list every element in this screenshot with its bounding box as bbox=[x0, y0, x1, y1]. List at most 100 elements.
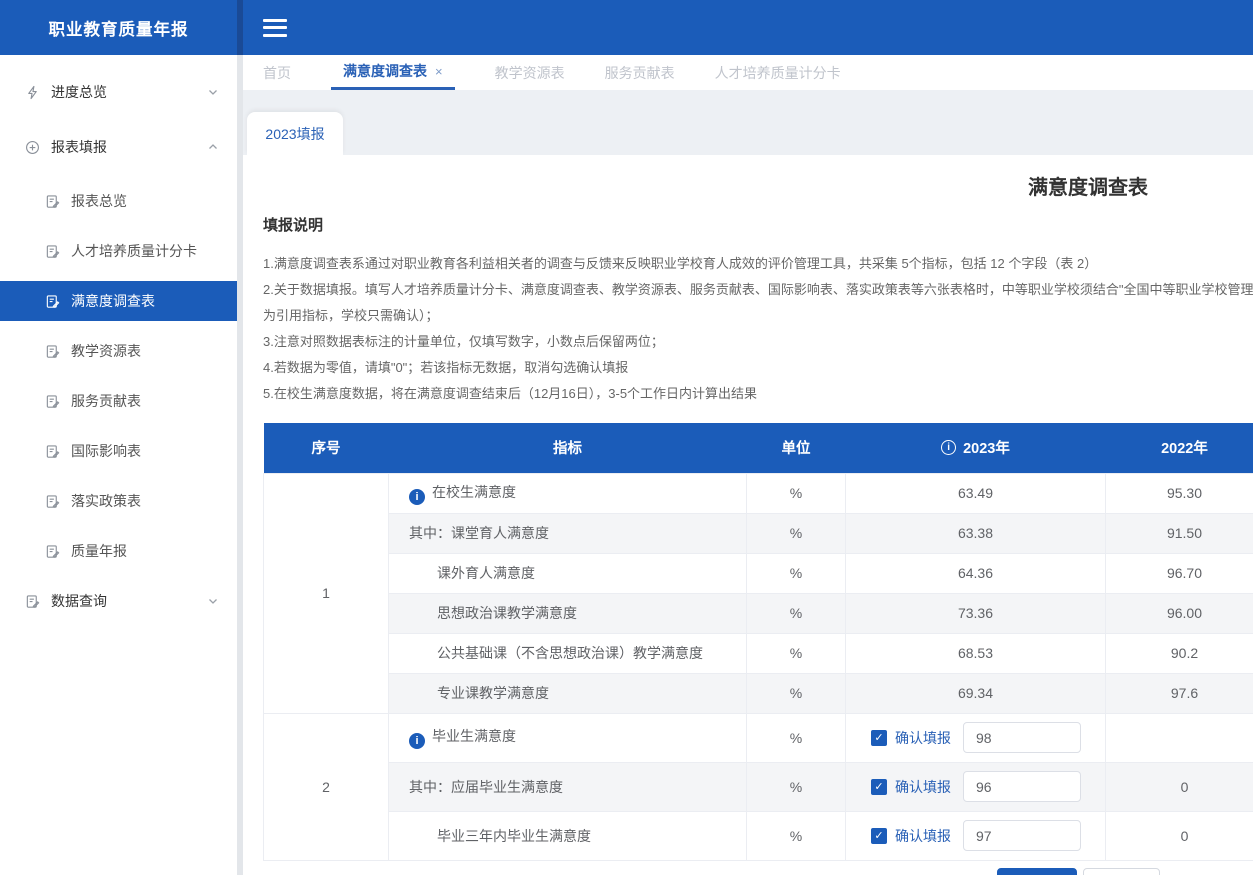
sidebar-item-label: 落实政策表 bbox=[71, 491, 141, 511]
unit-cell: % bbox=[747, 713, 846, 762]
sidebar-item-report-filling[interactable]: 报表填报 bbox=[0, 127, 237, 167]
table-row: 2i毕业生满意度%✓确认填报 bbox=[264, 713, 1253, 762]
tab-home[interactable]: 首页 bbox=[263, 55, 291, 90]
indicator-cell: i在校生满意度 bbox=[389, 473, 747, 513]
year-tab-band: 2023填报 bbox=[243, 90, 1253, 155]
table-wrap: 序号指标单位 i 2023年 2022年1i在校生满意度%63.4995.30其中：课… bbox=[263, 423, 1253, 861]
value-2022-cell: 0 bbox=[1106, 762, 1253, 811]
sidebar-item-label: 报表总览 bbox=[71, 191, 127, 211]
instruction-line: 为引用指标，学校只需确认）； bbox=[263, 303, 1253, 329]
form-icon bbox=[44, 444, 61, 459]
value-2023-cell: 63.38 bbox=[846, 513, 1106, 553]
indicator-cell: 课外育人满意度 bbox=[389, 553, 747, 593]
sidebar: 职业教育质量年报 进度总览报表填报报表总览人才培养质量计分卡满意度调查表教学资源… bbox=[0, 0, 237, 875]
value-2023-cell: ✓确认填报 bbox=[846, 811, 1106, 860]
sidebar-item-data-query[interactable]: 数据查询 bbox=[0, 581, 237, 621]
value-2023-cell: 73.36 bbox=[846, 593, 1106, 633]
form-icon bbox=[44, 344, 61, 359]
unit-cell: % bbox=[747, 762, 846, 811]
form-icon bbox=[44, 294, 61, 309]
value-input[interactable] bbox=[963, 722, 1081, 753]
confirm-label: 确认填报 bbox=[895, 777, 951, 797]
confirm-checkbox[interactable]: ✓ bbox=[871, 730, 887, 746]
info-icon: i bbox=[409, 733, 425, 749]
tab-bar: 首页 满意度调查表 × 教学资源表 服务贡献表 人才培养质量计分卡 bbox=[243, 55, 1253, 90]
col-header-unit: 单位 bbox=[747, 423, 846, 473]
col-header-2023-label: 2023年 bbox=[963, 437, 1010, 458]
unit-cell: % bbox=[747, 513, 846, 553]
sidebar-item-teaching-resources[interactable]: 教学资源表 bbox=[0, 331, 237, 371]
unit-cell: % bbox=[747, 673, 846, 713]
table-row: 思想政治课教学满意度%73.3696.00 bbox=[264, 593, 1253, 633]
app-title: 职业教育质量年报 bbox=[0, 0, 237, 55]
confirm-checkbox[interactable]: ✓ bbox=[871, 779, 887, 795]
menu-toggle-icon[interactable] bbox=[263, 19, 287, 37]
table-row: 专业课教学满意度%69.3497.6 bbox=[264, 673, 1253, 713]
sidebar-item-label: 进度总览 bbox=[51, 82, 207, 102]
instruction-line: 3.注意对照数据表标注的计量单位，仅填写数字，小数点后保留两位； bbox=[263, 329, 1253, 355]
tab-label: 首页 bbox=[263, 63, 291, 83]
table-row: 其中：应届毕业生满意度%✓确认填报0 bbox=[264, 762, 1253, 811]
chevron-down-icon bbox=[207, 86, 219, 98]
top-header bbox=[243, 0, 1253, 55]
unit-cell: % bbox=[747, 811, 846, 860]
value-input[interactable] bbox=[963, 820, 1081, 851]
value-2022-cell: 90.2 bbox=[1106, 633, 1253, 673]
value-2022-cell: 91.50 bbox=[1106, 513, 1253, 553]
sidebar-item-label: 人才培养质量计分卡 bbox=[71, 241, 197, 261]
col-header-2022: 2022年 bbox=[1106, 423, 1253, 473]
main-area: 首页满意度调查表×教学资源表服务贡献表人才培养质量计分卡 2023填报 满意度调… bbox=[243, 0, 1253, 875]
tab-satisfaction-survey[interactable]: 满意度调查表 × bbox=[331, 55, 455, 90]
year-tab[interactable]: 2023填报 bbox=[247, 112, 343, 155]
sidebar-item-policy-implementation[interactable]: 落实政策表 bbox=[0, 481, 237, 521]
instruction-line: 4.若数据为零值，请填"0"；若该指标无数据，取消勾选确认填报 bbox=[263, 355, 1253, 381]
secondary-button[interactable] bbox=[1083, 868, 1160, 875]
sidebar-item-label: 国际影响表 bbox=[71, 441, 141, 461]
sidebar-scrollbar[interactable] bbox=[237, 0, 243, 875]
sidebar-item-progress-overview[interactable]: 进度总览 bbox=[0, 72, 237, 112]
col-header-indicator: 指标 bbox=[389, 423, 747, 473]
sidebar-item-international-influence[interactable]: 国际影响表 bbox=[0, 431, 237, 471]
sidebar-item-report-overview[interactable]: 报表总览 bbox=[0, 181, 237, 221]
instructions-title: 填报说明 bbox=[263, 214, 1253, 235]
sidebar-item-quality-report[interactable]: 质量年报 bbox=[0, 531, 237, 571]
page-title: 满意度调查表 bbox=[243, 155, 1253, 200]
indicator-cell: 毕业三年内毕业生满意度 bbox=[389, 811, 747, 860]
instruction-line: 1.满意度调查表系通过对职业教育各利益相关者的调查与反馈来反映职业学校育人成效的… bbox=[263, 251, 1253, 277]
table-row: 其中：课堂育人满意度%63.3891.50 bbox=[264, 513, 1253, 553]
instructions: 1.满意度调查表系通过对职业教育各利益相关者的调查与反馈来反映职业学校育人成效的… bbox=[263, 251, 1253, 407]
confirm-checkbox[interactable]: ✓ bbox=[871, 828, 887, 844]
form-icon bbox=[44, 544, 61, 559]
value-2023-cell: 64.36 bbox=[846, 553, 1106, 593]
info-icon: i bbox=[409, 489, 425, 505]
sidebar-item-label: 报表填报 bbox=[51, 137, 207, 157]
value-2023-cell: 69.34 bbox=[846, 673, 1106, 713]
sidebar-item-talent-scorecard[interactable]: 人才培养质量计分卡 bbox=[0, 231, 237, 271]
sidebar-item-label: 数据查询 bbox=[51, 591, 207, 611]
value-2022-cell: 96.70 bbox=[1106, 553, 1253, 593]
tab-label: 人才培养质量计分卡 bbox=[715, 63, 841, 83]
value-2023-cell: ✓确认填报 bbox=[846, 713, 1106, 762]
value-2023-cell: 63.49 bbox=[846, 473, 1106, 513]
col-header-seq: 序号 bbox=[264, 423, 389, 473]
value-2022-cell bbox=[1106, 713, 1253, 762]
unit-cell: % bbox=[747, 633, 846, 673]
tab-label: 服务贡献表 bbox=[605, 63, 675, 83]
save-button[interactable] bbox=[997, 868, 1077, 875]
unit-cell: % bbox=[747, 473, 846, 513]
sidebar-item-satisfaction-survey[interactable]: 满意度调查表 bbox=[0, 281, 237, 321]
tab-label: 教学资源表 bbox=[495, 63, 565, 83]
tab-teaching-resources[interactable]: 教学资源表 bbox=[495, 55, 565, 90]
tab-talent-scorecard[interactable]: 人才培养质量计分卡 bbox=[715, 55, 841, 90]
tab-label: 满意度调查表 bbox=[343, 61, 427, 81]
close-icon[interactable]: × bbox=[435, 64, 443, 79]
content-card: 满意度调查表 填报说明 1.满意度调查表系通过对职业教育各利益相关者的调查与反馈… bbox=[243, 155, 1253, 875]
lightning-icon bbox=[24, 85, 41, 100]
unit-cell: % bbox=[747, 593, 846, 633]
tab-service-contribution[interactable]: 服务贡献表 bbox=[605, 55, 675, 90]
table-row: 1i在校生满意度%63.4995.30 bbox=[264, 473, 1253, 513]
value-input[interactable] bbox=[963, 771, 1081, 802]
value-2022-cell: 97.6 bbox=[1106, 673, 1253, 713]
sidebar-item-service-contribution[interactable]: 服务贡献表 bbox=[0, 381, 237, 421]
data-table: 序号指标单位 i 2023年 2022年1i在校生满意度%63.4995.30其中：课… bbox=[263, 423, 1253, 861]
